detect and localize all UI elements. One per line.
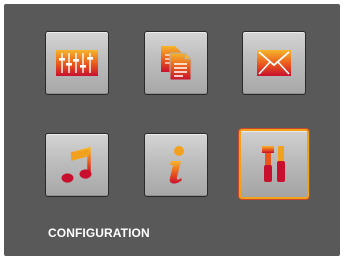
section-caption: CONFIGURATION bbox=[48, 226, 150, 240]
documents-icon bbox=[161, 46, 192, 81]
info-icon bbox=[169, 146, 184, 184]
tools-tile[interactable] bbox=[239, 129, 309, 199]
music-note-icon bbox=[61, 146, 92, 183]
envelope-tile[interactable] bbox=[242, 31, 306, 95]
tools-icon bbox=[262, 146, 285, 182]
menu-screen: CONFIGURATION bbox=[4, 4, 340, 256]
music-tile[interactable] bbox=[45, 133, 109, 197]
equalizer-tile[interactable] bbox=[45, 31, 109, 95]
info-tile[interactable] bbox=[144, 133, 208, 197]
envelope-icon bbox=[257, 50, 291, 76]
equalizer-icon bbox=[56, 50, 98, 76]
documents-tile[interactable] bbox=[144, 31, 208, 95]
